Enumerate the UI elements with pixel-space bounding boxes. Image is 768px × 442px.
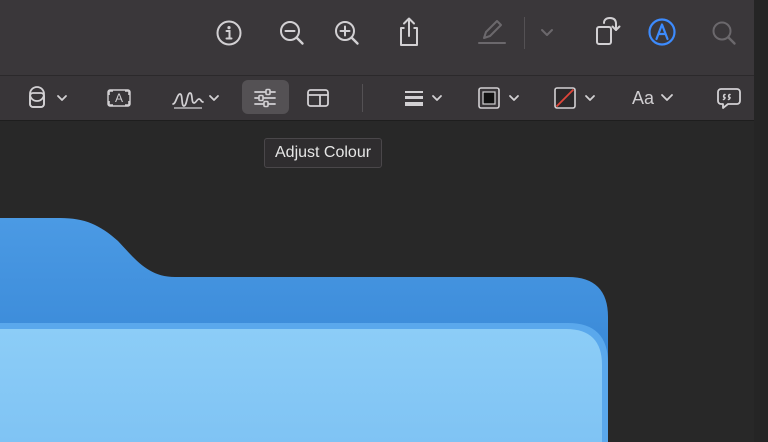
markup-divider <box>362 84 363 112</box>
tooltip: Adjust Colour <box>264 138 383 168</box>
signature-icon[interactable] <box>170 84 222 112</box>
text-style-icon[interactable]: Aa <box>632 84 680 112</box>
toolbar-divider <box>524 17 525 49</box>
text-style-icon-label: Aa <box>632 87 655 108</box>
fill-colour-icon[interactable] <box>552 84 600 112</box>
zoom-out-icon[interactable] <box>276 17 308 49</box>
folder-icon <box>0 218 608 442</box>
shapes-icon[interactable] <box>24 84 72 112</box>
page-layout-icon[interactable] <box>303 86 333 110</box>
main-toolbar <box>0 0 768 76</box>
zoom-in-icon[interactable] <box>331 17 363 49</box>
window-edge <box>754 0 768 442</box>
border-colour-icon[interactable] <box>476 84 524 112</box>
info-icon[interactable] <box>213 17 245 49</box>
text-box-icon-label: A <box>114 91 123 105</box>
document-canvas <box>0 121 768 442</box>
text-box-icon[interactable]: A <box>104 84 134 112</box>
highlight-pen-icon[interactable] <box>474 15 510 49</box>
share-icon[interactable] <box>393 15 425 49</box>
adjust-colour-icon[interactable] <box>250 86 280 110</box>
markup-icon[interactable] <box>646 16 678 48</box>
search-icon[interactable] <box>708 17 740 49</box>
chevron-down-icon[interactable] <box>538 24 556 42</box>
annotation-icon[interactable] <box>714 85 744 111</box>
rotate-icon[interactable] <box>590 14 624 48</box>
line-style-icon[interactable] <box>400 84 448 112</box>
